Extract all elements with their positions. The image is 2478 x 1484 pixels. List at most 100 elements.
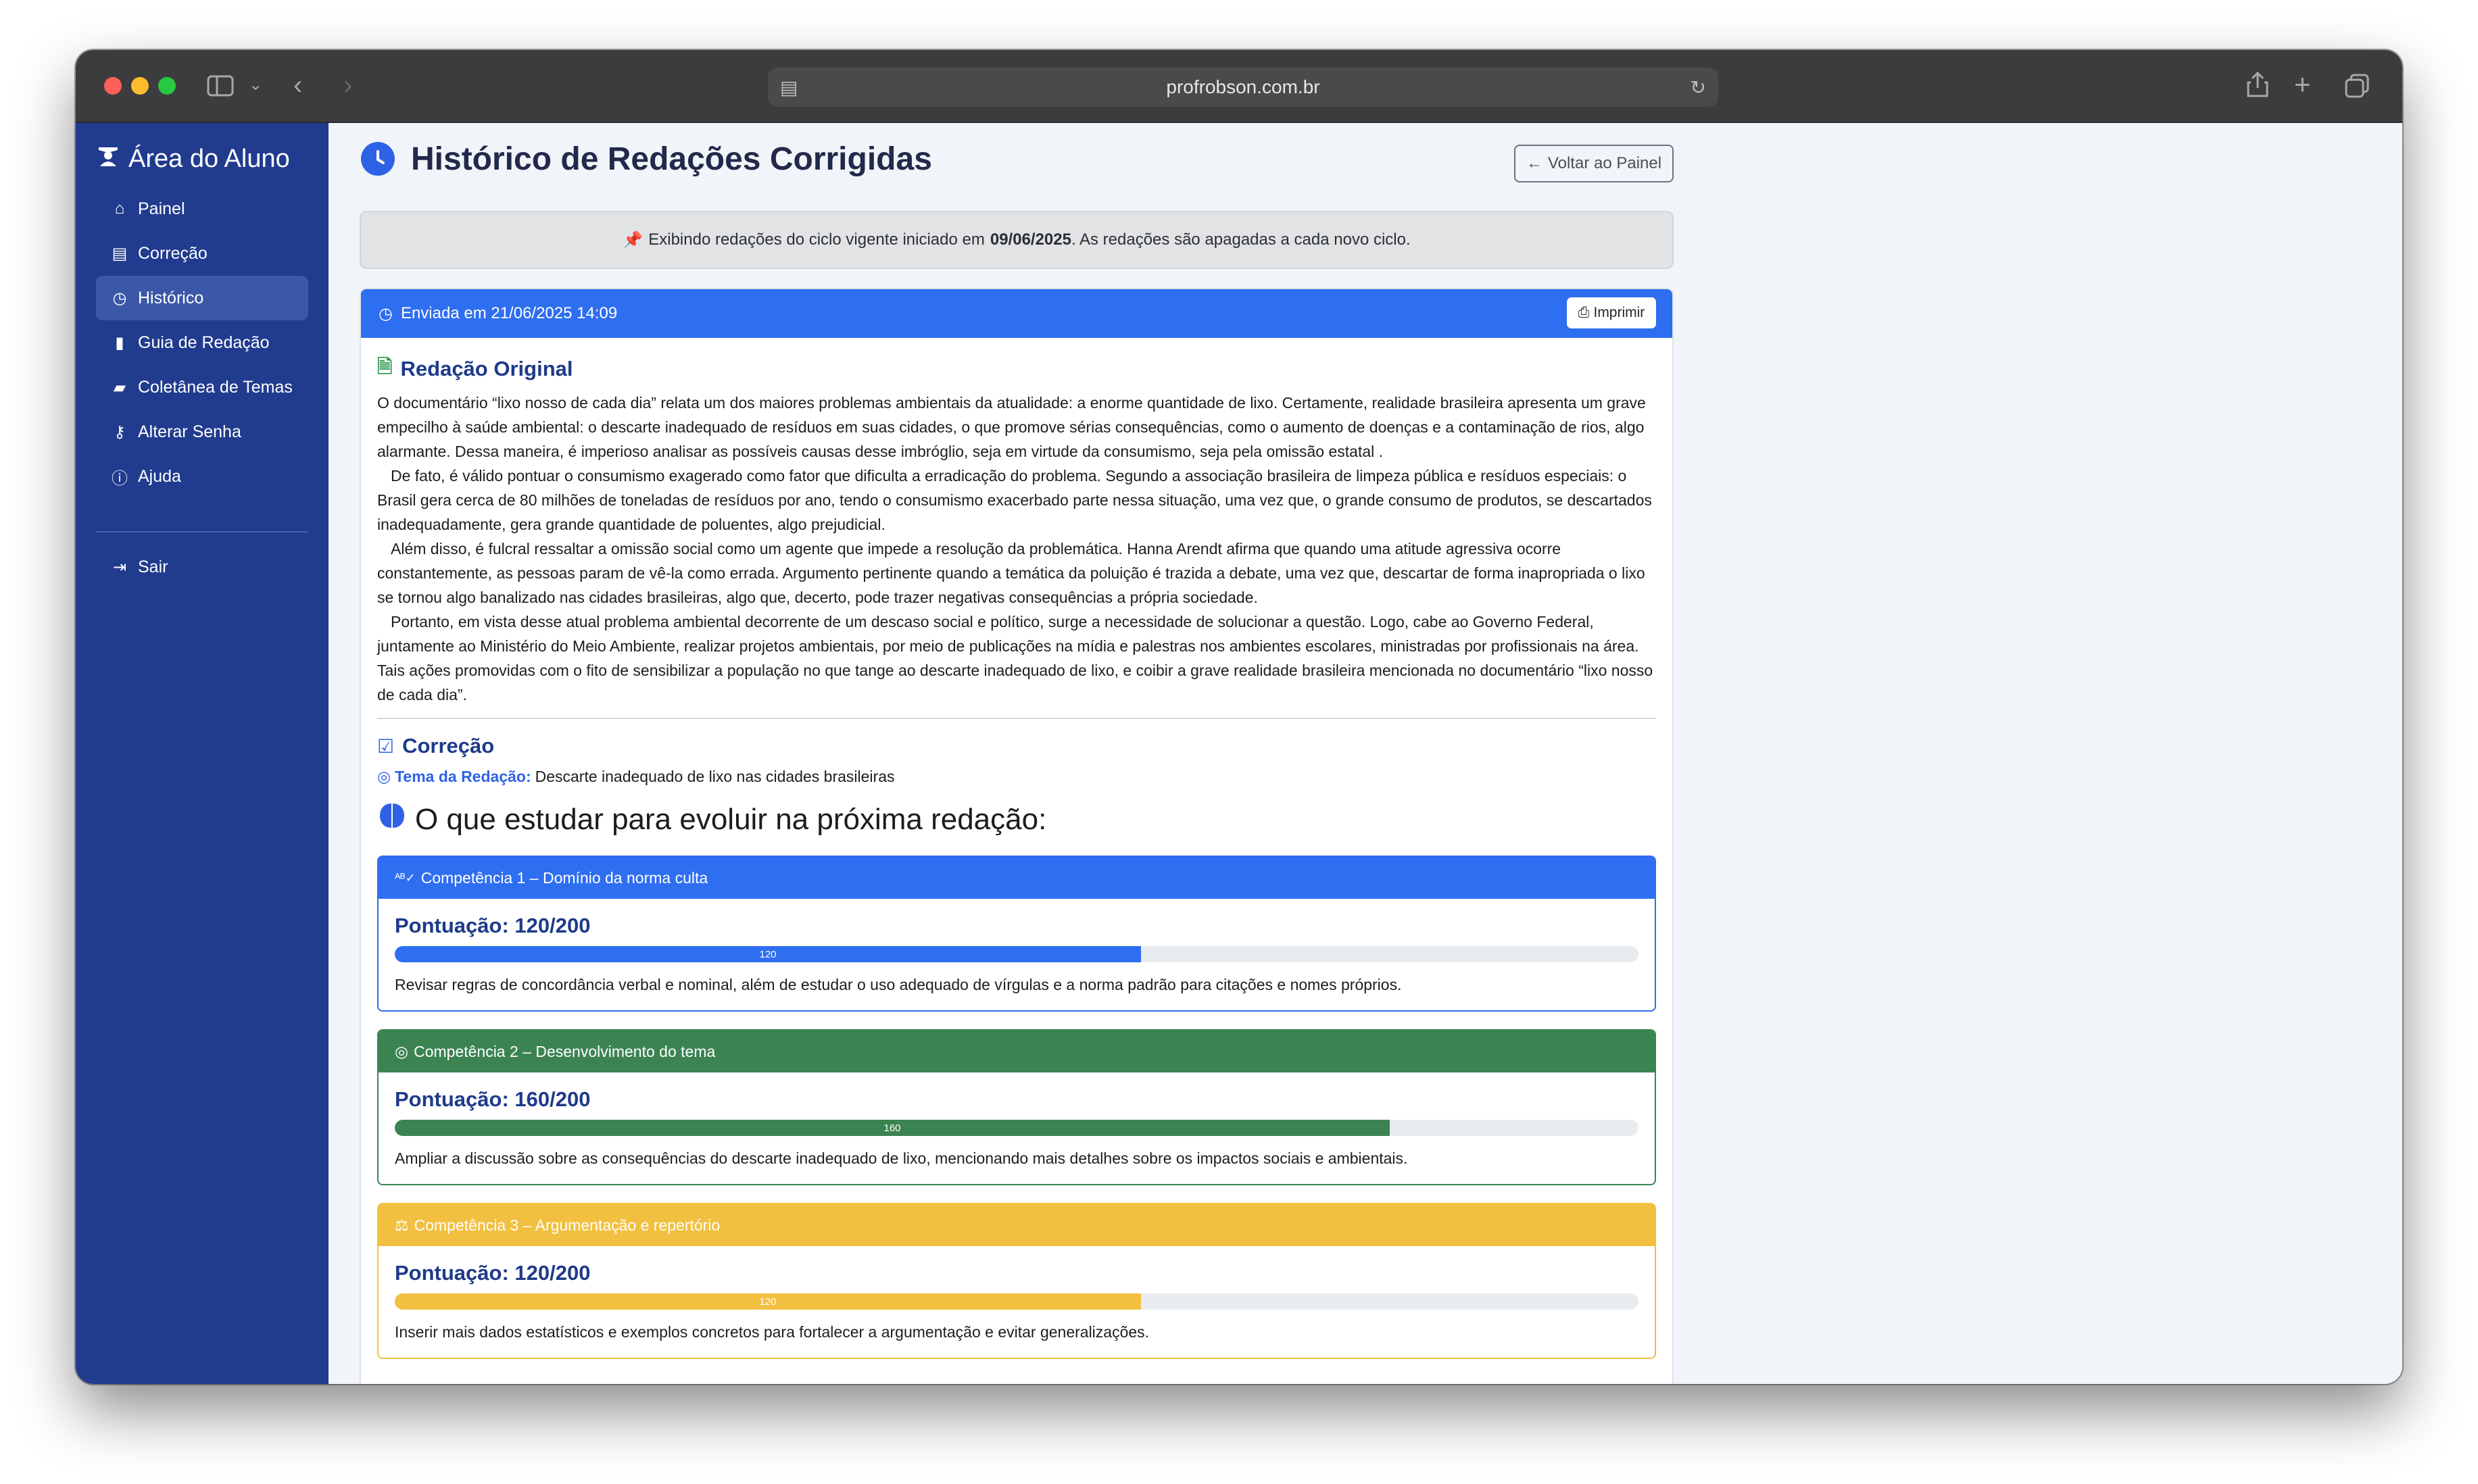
original-title: Redação Original — [400, 357, 573, 380]
sidebar-item-guia[interactable]: ▮ Guia de Redação — [96, 320, 308, 365]
logout-icon: ⇥ — [112, 558, 127, 576]
page-settings-icon[interactable]: ▤ — [780, 76, 798, 99]
check-square-icon: ☑ — [377, 735, 395, 757]
competency-score: Pontuação: 120/200 — [395, 1261, 591, 1285]
score-progress-bar: 160 — [395, 1120, 1638, 1136]
sidebar-item-label: Sair — [138, 557, 168, 576]
study-title: O que estudar para evoluir na próxima re… — [415, 802, 1047, 836]
book-icon: ▮ — [115, 333, 124, 352]
forward-arrow-icon[interactable]: › — [343, 72, 352, 99]
notice-date: 09/06/2025 — [990, 230, 1071, 249]
clock-icon: ◷ — [112, 289, 127, 307]
submission-header: ◷ Enviada em 21/06/2025 14:09 ⎙ Imprimir — [361, 289, 1672, 338]
target-icon: ◎ — [395, 1042, 409, 1060]
folder-icon: ▰ — [113, 378, 126, 397]
correction-title: Correção — [402, 734, 495, 758]
competency-advice: Inserir mais dados estatísticos e exempl… — [395, 1323, 1150, 1341]
essay-theme: ◎ Tema da Redação: Descarte inadequado d… — [377, 768, 1656, 786]
essay-paragraph: De fato, é válido pontuar o consumismo e… — [377, 467, 1652, 533]
score-progress-bar: 120 — [395, 946, 1638, 962]
competency-card: ᴬᴮ✓ Competência 1 – Domínio da norma cul… — [377, 856, 1656, 1012]
page-title: Histórico de Redações Corrigidas — [411, 141, 932, 177]
submission-card: ◷ Enviada em 21/06/2025 14:09 ⎙ Imprimir… — [360, 288, 1674, 1384]
sidebar-item-label: Alterar Senha — [138, 422, 241, 441]
back-arrow-icon[interactable]: ‹ — [293, 72, 302, 99]
url-text: profrobson.com.br — [1166, 76, 1320, 97]
brand-text: Área do Aluno — [128, 144, 290, 173]
original-essay-heading: 🗎 Redação Original — [377, 353, 1656, 385]
zoom-window-button[interactable] — [158, 77, 176, 95]
sidebar-item-label: Correção — [138, 243, 208, 263]
competency-advice: Ampliar a discussão sobre as consequênci… — [395, 1149, 1408, 1167]
essay-paragraph: Portanto, em vista desse atual problema … — [377, 613, 1653, 703]
info-icon: ⓘ — [112, 469, 128, 488]
browser-toolbar: ⌄ ‹ › ▤ profrobson.com.br ↻ + — [76, 50, 2402, 123]
sidebar-item-coletanea[interactable]: ▰ Coletânea de Temas — [96, 365, 308, 410]
print-button[interactable]: ⎙ Imprimir — [1567, 297, 1656, 328]
chevron-down-icon[interactable]: ⌄ — [249, 77, 262, 93]
sidebar-item-ajuda[interactable]: ⓘ Ajuda — [96, 454, 308, 499]
pin-icon: 📌 — [623, 230, 643, 249]
essay-paragraph: Além disso, é fulcral ressaltar a omissã… — [377, 540, 1645, 606]
competency-card: ◎ Competência 2 – Desenvolvimento do tem… — [377, 1029, 1656, 1185]
theme-value: Descarte inadequado de lixo nas cidades … — [535, 768, 895, 785]
sidebar-item-correcao[interactable]: ▤ Correção — [96, 231, 308, 276]
tab-overview-icon[interactable] — [2344, 73, 2370, 103]
home-icon: ⌂ — [114, 199, 125, 218]
section-divider — [377, 718, 1656, 719]
sidebar-item-label: Ajuda — [138, 466, 181, 486]
print-label: Imprimir — [1593, 305, 1645, 320]
key-icon: ⚷ — [114, 422, 126, 441]
competency-header: ⚖ Competência 3 – Argumentação e repertó… — [379, 1204, 1655, 1246]
correction-heading: ☑ Correção — [377, 734, 1656, 758]
sidebar-item-label: Painel — [138, 199, 185, 218]
sidebar: Área do Aluno ⌂ Painel ▤ Correção ◷ Hist… — [76, 123, 329, 1384]
back-button-label: Voltar ao Painel — [1547, 154, 1662, 172]
essay-paragraph: O documentário “lixo nosso de cada dia” … — [377, 394, 1646, 460]
back-to-panel-button[interactable]: ← Voltar ao Painel — [1514, 145, 1674, 182]
document-icon: ▤ — [112, 244, 128, 263]
file-text-icon: 🗎 — [377, 356, 393, 377]
browser-window: ⌄ ‹ › ▤ profrobson.com.br ↻ + Área do Al… — [76, 50, 2402, 1384]
share-icon[interactable] — [2245, 70, 2270, 103]
notice-prefix: Exibindo redações do ciclo vigente inici… — [648, 230, 985, 249]
printer-icon: ⎙ — [1578, 305, 1590, 320]
sidebar-item-label: Histórico — [138, 288, 204, 307]
sidebar-toggle-icon[interactable] — [207, 74, 234, 101]
arrow-left-icon: ← — [1526, 154, 1542, 172]
study-heading: O que estudar para evoluir na próxima re… — [377, 801, 1656, 838]
spellcheck-icon: ᴬᴮ✓ — [395, 870, 416, 885]
score-progress-bar: 120 — [395, 1293, 1638, 1310]
sidebar-item-alterar-senha[interactable]: ⚷ Alterar Senha — [96, 410, 308, 454]
target-icon: ◎ — [377, 768, 391, 785]
sent-date: Enviada em 21/06/2025 14:09 — [400, 304, 618, 322]
sidebar-item-historico[interactable]: ◷ Histórico — [96, 276, 308, 320]
sidebar-divider — [96, 531, 308, 533]
competency-header: ◎ Competência 2 – Desenvolvimento do tem… — [379, 1031, 1655, 1072]
sidebar-brand[interactable]: Área do Aluno — [96, 143, 290, 174]
competency-header: ᴬᴮ✓ Competência 1 – Domínio da norma cul… — [379, 857, 1655, 899]
clock-outline-icon: ◷ — [379, 304, 393, 323]
competency-advice: Revisar regras de concordância verbal e … — [395, 976, 1402, 993]
sidebar-item-label: Coletânea de Temas — [138, 377, 293, 397]
competency-title: Competência 2 – Desenvolvimento do tema — [414, 1042, 716, 1060]
address-bar[interactable]: ▤ profrobson.com.br ↻ — [768, 68, 1718, 107]
sidebar-item-label: Guia de Redação — [138, 332, 270, 352]
new-tab-icon[interactable]: + — [2294, 70, 2311, 99]
competency-card: ⚖ Competência 3 – Argumentação e repertó… — [377, 1203, 1656, 1359]
reload-icon[interactable]: ↻ — [1691, 76, 1706, 99]
close-window-button[interactable] — [104, 77, 122, 95]
sidebar-item-sair[interactable]: ⇥ Sair — [96, 545, 308, 589]
cycle-notice: 📌 Exibindo redações do ciclo vigente ini… — [360, 211, 1674, 269]
score-progress-fill: 120 — [395, 946, 1141, 962]
score-progress-fill: 160 — [395, 1120, 1390, 1136]
sidebar-item-painel[interactable]: ⌂ Painel — [96, 187, 308, 231]
essay-text: O documentário “lixo nosso de cada dia” … — [377, 391, 1656, 707]
competency-score: Pontuação: 160/200 — [395, 1087, 591, 1111]
theme-label: Tema da Redação: — [395, 768, 531, 785]
score-progress-fill: 120 — [395, 1293, 1141, 1310]
graduate-icon — [96, 143, 120, 174]
clock-icon — [361, 142, 395, 176]
minimize-window-button[interactable] — [131, 77, 149, 95]
brain-icon — [377, 801, 407, 838]
